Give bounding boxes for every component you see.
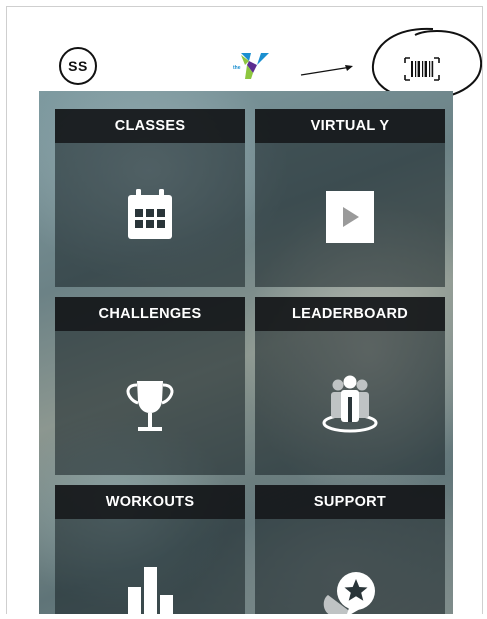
barcode-button[interactable] xyxy=(399,53,445,85)
tile-header: SUPPORT xyxy=(255,485,445,519)
tile-support[interactable]: SUPPORT xyxy=(255,485,445,614)
dashboard-background: CLASSES VIRTUAL Y CHALLENGES LEADERBOARD… xyxy=(39,91,453,614)
tile-label: LEADERBOARD xyxy=(291,306,409,322)
tile-label: WORKOUTS xyxy=(105,494,195,510)
tile-header: CLASSES xyxy=(55,109,245,143)
logo-text: the xyxy=(233,65,241,71)
play-icon xyxy=(255,191,445,243)
tile-header: VIRTUAL Y xyxy=(255,109,445,143)
group-icon xyxy=(255,373,445,435)
tile-header: LEADERBOARD xyxy=(255,297,445,331)
tile-workouts[interactable]: WORKOUTS xyxy=(55,485,245,614)
chat-star-icon xyxy=(255,569,445,614)
user-avatar[interactable]: SS xyxy=(59,47,97,85)
tile-leaderboard[interactable]: LEADERBOARD xyxy=(255,297,445,475)
calendar-icon xyxy=(55,187,245,243)
app-screen: SS the CLASSES VIRTUAL Y CHALLENGES LEAD… xyxy=(6,6,483,614)
ymca-logo: the xyxy=(233,53,269,79)
tile-label: VIRTUAL Y xyxy=(310,118,390,134)
trophy-icon xyxy=(55,377,245,435)
tile-header: CHALLENGES xyxy=(55,297,245,331)
bar-chart-icon xyxy=(55,567,245,614)
app-header: SS the xyxy=(7,7,482,101)
barcode-icon xyxy=(404,57,440,81)
tile-virtual-y[interactable]: VIRTUAL Y xyxy=(255,109,445,287)
annotation-arrow xyxy=(300,65,353,76)
tile-label: CLASSES xyxy=(114,118,186,134)
tile-challenges[interactable]: CHALLENGES xyxy=(55,297,245,475)
tile-header: WORKOUTS xyxy=(55,485,245,519)
tile-classes[interactable]: CLASSES xyxy=(55,109,245,287)
tile-label: SUPPORT xyxy=(313,494,387,510)
tile-label: CHALLENGES xyxy=(98,306,202,322)
avatar-initials: SS xyxy=(68,58,88,74)
